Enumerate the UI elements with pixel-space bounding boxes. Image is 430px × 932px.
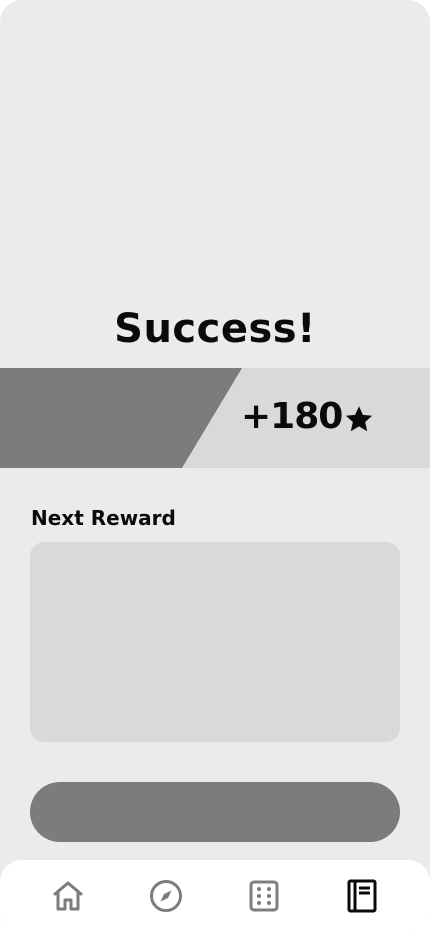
reward-amount-text: +180 bbox=[241, 396, 343, 437]
next-reward-card bbox=[30, 542, 400, 742]
nav-item-games[interactable] bbox=[244, 876, 284, 916]
success-screen: Success! +180 Next Reward bbox=[0, 0, 430, 932]
home-icon bbox=[53, 881, 83, 911]
reward-amount: +180 bbox=[241, 396, 374, 437]
dice-icon bbox=[249, 880, 279, 912]
nav-item-explore[interactable] bbox=[146, 876, 186, 916]
nav-item-journal[interactable] bbox=[342, 876, 382, 916]
reward-banner: +180 bbox=[0, 368, 430, 468]
compass-icon bbox=[150, 880, 182, 912]
continue-button[interactable] bbox=[30, 782, 400, 842]
nav-item-home[interactable] bbox=[48, 876, 88, 916]
star-icon bbox=[344, 402, 374, 432]
notebook-icon bbox=[347, 879, 377, 913]
next-reward-label: Next Reward bbox=[31, 506, 176, 530]
page-title: Success! bbox=[114, 306, 316, 352]
bottom-nav bbox=[0, 860, 430, 932]
